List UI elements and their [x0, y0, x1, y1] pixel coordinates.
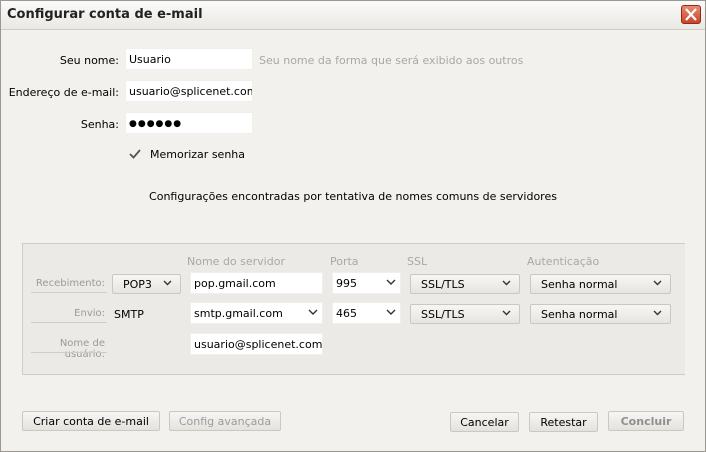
close-button[interactable] — [681, 5, 701, 24]
outgoing-ssl-dropdown[interactable]: SSL/TLS — [410, 304, 520, 324]
header-server-name: Nome do servidor — [187, 255, 285, 268]
outgoing-label: Envio: — [74, 308, 105, 319]
incoming-port-combo[interactable]: 995 — [332, 272, 401, 294]
chevron-down-icon — [386, 279, 396, 285]
outgoing-hostname-value: smtp.gmail.com — [194, 307, 283, 320]
status-message: Configurações encontradas por tentativa … — [149, 190, 557, 203]
incoming-hostname-input[interactable]: pop.gmail.com — [190, 272, 323, 294]
outgoing-hostname-combo[interactable]: smtp.gmail.com — [190, 302, 323, 324]
incoming-ssl-dropdown[interactable]: SSL/TLS — [410, 274, 520, 294]
chevron-down-icon — [502, 280, 511, 286]
dialog-title: Configurar conta de e-mail — [7, 7, 203, 22]
advanced-config-button[interactable]: Config avançada — [169, 411, 281, 431]
name-hint: Seu nome da forma que será exibido aos o… — [259, 54, 524, 67]
chevron-down-icon — [386, 309, 396, 315]
outgoing-ssl-value: SSL/TLS — [421, 308, 465, 321]
incoming-auth-dropdown[interactable]: Senha normal — [530, 274, 671, 294]
header-port: Porta — [330, 255, 359, 268]
name-label: Seu nome: — [59, 54, 119, 67]
cancel-button[interactable]: Cancelar — [450, 412, 519, 432]
incoming-protocol-value: POP3 — [123, 278, 152, 291]
email-label: Endereço de e-mail: — [8, 86, 119, 99]
incoming-ssl-value: SSL/TLS — [421, 278, 465, 291]
chevron-down-icon — [308, 309, 318, 315]
create-account-button[interactable]: Criar conta de e-mail — [22, 411, 160, 431]
outgoing-auth-value: Senha normal — [541, 308, 618, 321]
incoming-auth-value: Senha normal — [541, 278, 618, 291]
divider — [31, 292, 107, 293]
divider — [31, 322, 107, 323]
incoming-port-value: 995 — [336, 277, 357, 290]
checkmark-icon — [129, 149, 141, 159]
account-setup-dialog: Configurar conta de e-mail Seu nome: Usu… — [0, 0, 706, 452]
chevron-down-icon — [653, 280, 662, 286]
outgoing-port-value: 465 — [336, 307, 357, 320]
password-input[interactable]: ●●●●●● — [125, 112, 253, 134]
title-bar: Configurar conta de e-mail — [1, 1, 705, 30]
divider — [31, 352, 107, 353]
incoming-label: Recebimento: — [35, 278, 105, 289]
outgoing-port-combo[interactable]: 465 — [332, 302, 401, 324]
done-button[interactable]: Concluir — [608, 411, 684, 431]
close-icon — [685, 8, 697, 21]
header-ssl: SSL — [407, 255, 428, 268]
outgoing-auth-dropdown[interactable]: Senha normal — [530, 304, 671, 324]
chevron-down-icon — [653, 310, 662, 316]
name-input[interactable]: Usuario — [125, 48, 253, 70]
retest-button[interactable]: Retestar — [529, 412, 598, 432]
remember-password-checkbox[interactable] — [128, 147, 142, 161]
email-input[interactable]: usuario@splicenet.com.br — [125, 80, 253, 102]
incoming-protocol-dropdown[interactable]: POP3 — [112, 274, 181, 294]
username-input[interactable]: usuario@splicenet.com.br — [190, 333, 323, 355]
chevron-down-icon — [502, 310, 511, 316]
header-auth: Autenticação — [527, 255, 600, 268]
outgoing-protocol: SMTP — [114, 308, 144, 321]
chevron-down-icon — [163, 280, 172, 286]
username-label: Nome de usuário: — [59, 338, 105, 360]
incoming-hostname-value: pop.gmail.com — [194, 277, 276, 290]
password-label: Senha: — [80, 118, 119, 131]
remember-password-label[interactable]: Memorizar senha — [150, 148, 245, 161]
